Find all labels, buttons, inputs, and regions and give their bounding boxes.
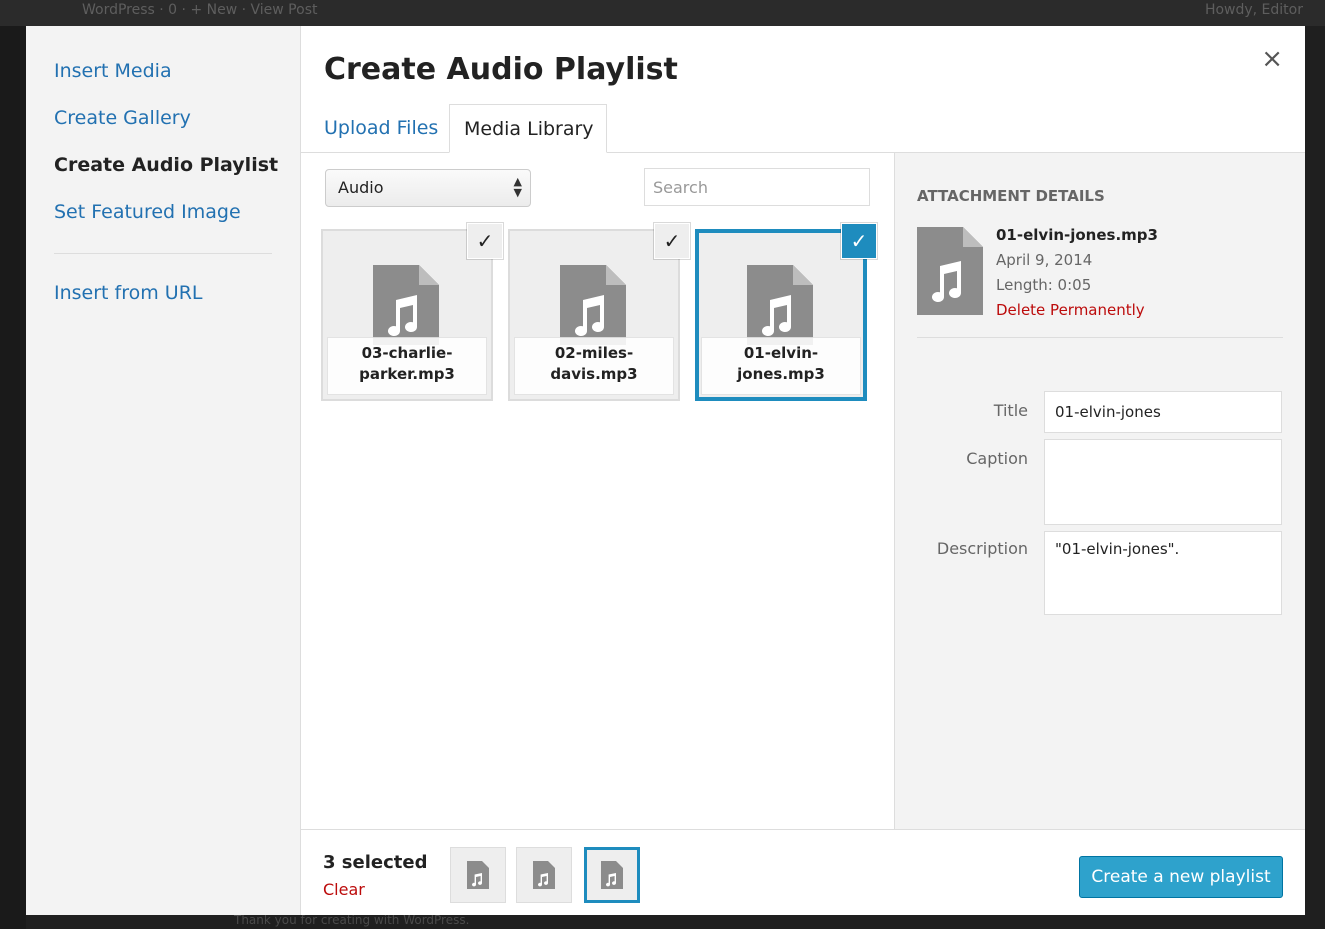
clear-selection-link[interactable]: Clear [323,880,365,899]
delete-permanently-link[interactable]: Delete Permanently [996,298,1158,323]
title-label: Title [993,401,1028,420]
attachment-filename: 01-elvin- jones.mp3 [701,337,861,395]
audio-file-icon [747,265,813,345]
attachment-info-filename: 01-elvin-jones.mp3 [996,226,1158,244]
description-label: Description [936,539,1028,558]
attachments-browser: Audio ▲▼ 03-charlie- parker.mp3 ✓ [301,153,894,829]
details-separator [917,337,1283,338]
audio-file-icon [560,265,626,345]
create-playlist-button[interactable]: Create a new playlist [1079,856,1283,898]
selection-thumbnail[interactable] [516,847,572,903]
audio-file-icon [373,265,439,345]
caption-field[interactable] [1044,439,1282,525]
attachment-tile[interactable]: 02-miles- davis.mp3 ✓ [508,224,689,401]
menu-item-insert-from-url[interactable]: Insert from URL [54,282,202,304]
audio-file-icon [533,861,555,889]
selection-thumbnail-active[interactable] [584,847,640,903]
attachment-info: 01-elvin-jones.mp3 April 9, 2014 Length:… [996,223,1158,323]
check-icon[interactable]: ✓ [655,224,689,258]
menu-item-set-featured-image[interactable]: Set Featured Image [54,201,241,223]
check-icon[interactable]: ✓ [842,224,876,258]
attachment-info-length: Length: 0:05 [996,276,1092,294]
attachment-details-heading: ATTACHMENT DETAILS [917,187,1105,205]
title-field[interactable] [1044,391,1282,433]
attachment-filename: 03-charlie- parker.mp3 [327,337,487,395]
media-type-filter[interactable]: Audio ▲ ▼ [325,169,531,207]
close-icon[interactable]: × [1261,46,1283,72]
caption-label: Caption [966,449,1028,468]
select-arrows-icon: ▲ ▼ [513,175,522,199]
search-input[interactable] [644,168,870,206]
check-icon[interactable]: ✓ [468,224,502,258]
selection-thumbnail[interactable] [450,847,506,903]
media-toolbar: 3 selected Clear Create a new playlist [301,829,1305,915]
audio-file-icon [601,861,623,889]
tab-media-library[interactable]: Media Library [449,104,607,153]
menu-item-create-audio-playlist[interactable]: Create Audio Playlist [54,154,278,176]
attachment-details-sidebar: ATTACHMENT DETAILS 01-elvin-jones.mp3 Ap… [894,153,1305,829]
admin-bar: WordPress · 0 · + New · View Post Howdy,… [0,0,1325,26]
menu-item-insert-media[interactable]: Insert Media [54,60,172,82]
tab-upload-files[interactable]: Upload Files [310,104,452,153]
attachment-info-date: April 9, 2014 [996,251,1093,269]
audio-file-icon [917,227,983,315]
admin-bar-links: WordPress · 0 · + New · View Post [82,2,318,18]
filter-selected-value: Audio [338,178,384,197]
footer-hint: Thank you for creating with WordPress. [234,913,470,927]
attachment-tile-active[interactable]: 01-elvin- jones.mp3 ✓ [695,224,876,401]
menu-item-create-gallery[interactable]: Create Gallery [54,107,191,129]
attachment-filename: 02-miles- davis.mp3 [514,337,674,395]
admin-bar-greeting: Howdy, Editor [1204,2,1303,18]
page-title: Create Audio Playlist [324,52,678,87]
description-field[interactable]: "01-elvin-jones". [1044,531,1282,615]
media-menu: Insert Media Create Gallery Create Audio… [26,26,301,915]
menu-separator [54,253,272,254]
selection-count: 3 selected [323,852,428,873]
audio-file-icon [467,861,489,889]
media-modal: Insert Media Create Gallery Create Audio… [26,26,1305,915]
admin-menu [0,26,26,929]
attachment-tile[interactable]: 03-charlie- parker.mp3 ✓ [321,224,502,401]
